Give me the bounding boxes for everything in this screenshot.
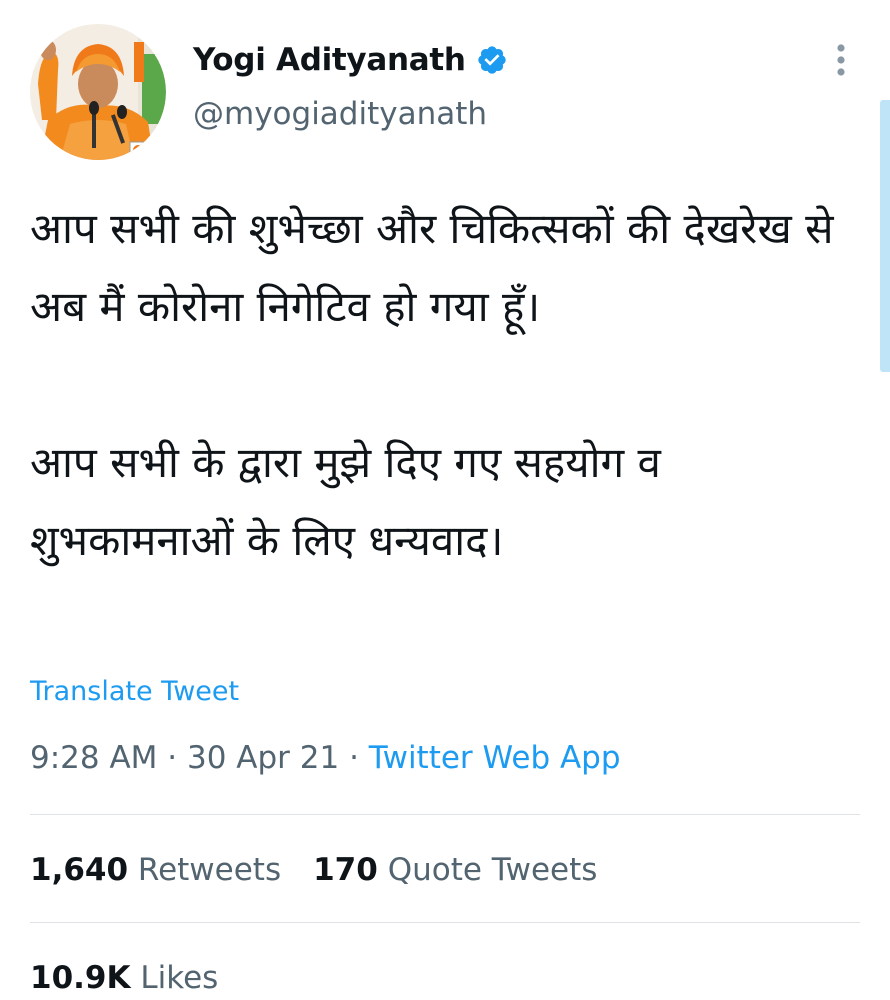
likes-label: Likes [140, 960, 219, 996]
translate-tweet-link[interactable]: Translate Tweet [30, 676, 239, 707]
display-name[interactable]: Yogi Adityanath [193, 42, 466, 78]
quote-tweets-count: 170 [313, 852, 378, 888]
retweets-stat[interactable]: 1,640 Retweets [30, 852, 281, 888]
tweet-time[interactable]: 9:28 AM [30, 740, 157, 776]
tweet-source-link[interactable]: Twitter Web App [369, 740, 621, 776]
tweet-paragraph: आप सभी की शुभेच्छा और चिकित्सकों की देखर… [30, 204, 834, 331]
meta-separator: · [339, 740, 369, 776]
retweets-label: Retweets [137, 852, 282, 888]
tweet-date[interactable]: 30 Apr 21 [187, 740, 339, 776]
likes-stats-row: 10.9K Likes [30, 960, 218, 996]
tweet-text: आप सभी की शुभेच्छा और चिकित्सकों की देखर… [30, 190, 860, 580]
likes-count: 10.9K [30, 960, 131, 996]
tweet-detail-view: Yogi Adityanath @myogiadityanath आप सभी … [0, 0, 890, 1000]
engagement-stats-row: 1,640 Retweets 170 Quote Tweets [30, 852, 597, 888]
verified-badge-icon [477, 46, 506, 74]
likes-stat[interactable]: 10.9K Likes [30, 960, 218, 996]
tweet-paragraph: आप सभी के द्वारा मुझे दिए गए सहयोग व शुभ… [30, 438, 661, 565]
divider [30, 814, 860, 815]
meta-separator: · [157, 740, 187, 776]
author-handle[interactable]: @myogiadityanath [193, 96, 487, 132]
more-vertical-icon[interactable] [826, 40, 856, 80]
scrollbar-thumb[interactable] [880, 100, 890, 372]
retweets-count: 1,640 [30, 852, 129, 888]
author-name-row[interactable]: Yogi Adityanath [193, 36, 508, 84]
tweet-metadata: 9:28 AM · 30 Apr 21 · Twitter Web App [30, 740, 621, 776]
divider [30, 922, 860, 923]
quote-tweets-label: Quote Tweets [387, 852, 598, 888]
avatar[interactable] [30, 24, 166, 160]
quote-tweets-stat[interactable]: 170 Quote Tweets [313, 852, 597, 888]
avatar-photo [30, 24, 166, 160]
